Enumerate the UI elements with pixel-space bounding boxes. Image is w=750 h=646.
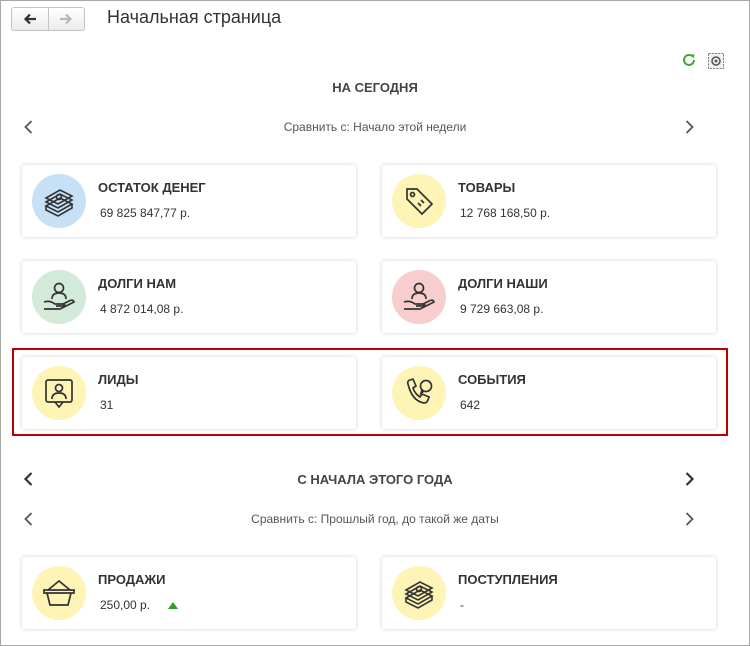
arrow-right-icon [60,13,73,25]
back-button[interactable] [12,8,48,30]
card-value: 250,00 р. [100,598,151,612]
title-bar: Начальная страница [1,1,749,37]
forward-button[interactable] [47,8,85,30]
card-title: ТОВАРЫ [458,180,516,195]
money-stack-icon [392,566,446,620]
money-stack-icon [32,174,86,228]
card-value: - [460,598,464,612]
trend-up-icon [168,602,178,609]
settings-icon [708,53,724,69]
card-value: 4 872 014,08 р. [100,302,184,316]
card-title: ПОСТУПЛЕНИЯ [458,572,558,587]
card-payables[interactable]: ДОЛГИ НАШИ 9 729 663,08 р. [382,261,716,333]
card-receivables[interactable]: ДОЛГИ НАМ 4 872 014,08 р. [22,261,356,333]
card-title: ДОЛГИ НАМ [98,276,177,291]
settings-button[interactable] [707,52,725,70]
card-value: 31 [100,398,114,412]
compare-next-chevron-icon[interactable] [681,119,697,135]
card-value: 9 729 663,08 р. [460,302,544,316]
card-events[interactable]: СОБЫТИЯ 642 [382,357,716,429]
lead-person-icon [32,366,86,420]
refresh-icon [683,53,695,66]
card-title: ЛИДЫ [98,372,139,387]
phone-chat-icon [392,366,446,420]
card-title: СОБЫТИЯ [458,372,526,387]
refresh-button[interactable] [681,52,697,68]
section-title-today: НА СЕГОДНЯ [332,80,418,95]
card-title: ДОЛГИ НАШИ [458,276,548,291]
card-value: 12 768 168,50 р. [460,206,551,220]
card-value: 69 825 847,77 р. [100,206,191,220]
period-next-chevron-icon[interactable] [681,471,697,487]
history-nav [11,7,85,31]
card-title: ПРОДАЖИ [98,572,166,587]
card-receipts[interactable]: ПОСТУПЛЕНИЯ - [382,557,716,629]
card-leads[interactable]: ЛИДЫ 31 [22,357,356,429]
card-value: 642 [460,398,481,412]
card-title: ОСТАТОК ДЕНЕГ [98,180,206,195]
card-goods[interactable]: ТОВАРЫ 12 768 168,50 р. [382,165,716,237]
hand-person-icon [32,270,86,324]
arrow-left-icon [23,13,36,25]
compare-next-chevron-icon[interactable] [681,511,697,527]
card-sales[interactable]: ПРОДАЖИ 250,00 р. [22,557,356,629]
hand-person-icon [392,270,446,324]
section-title-year: С НАЧАЛА ЭТОГО ГОДА [297,472,453,487]
price-tag-icon [392,174,446,228]
card-money-balance[interactable]: ОСТАТОК ДЕНЕГ 69 825 847,77 р. [22,165,356,237]
compare-label-today: Сравнить с: Начало этой недели [283,120,467,134]
compare-label-year: Сравнить с: Прошлый год, до такой же дат… [251,512,499,526]
page-title: Начальная страница [107,7,282,27]
basket-icon [32,566,86,620]
app-window: Начальная страница НА СЕГОДНЯ Сравнить с… [0,0,750,646]
